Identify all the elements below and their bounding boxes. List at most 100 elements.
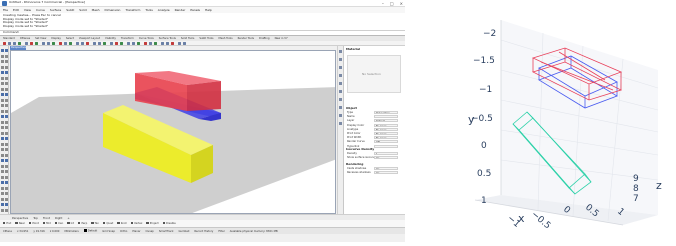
side-tool-icon[interactable]: [5, 115, 8, 118]
property-value-field[interactable]: On: [374, 167, 398, 170]
side-tool-icon[interactable]: [1, 197, 4, 201]
toolbar-button-icon[interactable]: [154, 42, 157, 45]
status-record-history[interactable]: Record History: [194, 230, 213, 233]
osnap-option[interactable]: End: [3, 221, 11, 225]
checkbox-icon[interactable]: [67, 221, 70, 225]
osnap-option[interactable]: Perp: [78, 221, 87, 225]
panel-tool-icon[interactable]: [339, 98, 342, 101]
status-smarttrack[interactable]: SmartTrack: [159, 230, 174, 233]
osnap-option[interactable]: Disable: [162, 221, 176, 225]
side-tool-icon[interactable]: [5, 164, 8, 168]
side-tool-icon[interactable]: [5, 76, 8, 80]
side-tool-icon[interactable]: [1, 93, 4, 96]
side-tool-icon[interactable]: [1, 170, 4, 173]
toolbar-button-icon[interactable]: [132, 42, 135, 45]
toolbar-button-icon[interactable]: [178, 42, 181, 45]
toolbar-button-icon[interactable]: [47, 42, 50, 45]
checkbox-icon[interactable]: [54, 221, 58, 225]
property-value-field[interactable]: By Layer: [374, 123, 398, 127]
side-tool-icon[interactable]: [5, 104, 8, 107]
property-value-field[interactable]: 1: [374, 152, 398, 155]
toolbar-button-icon[interactable]: [149, 42, 152, 45]
side-tool-icon[interactable]: [5, 192, 8, 195]
side-tool-icon[interactable]: [1, 137, 4, 140]
side-tool-icon[interactable]: [5, 181, 8, 184]
osnap-option[interactable]: Near: [15, 221, 25, 225]
side-tool-icon[interactable]: [5, 109, 8, 113]
checkbox-icon[interactable]: [162, 221, 166, 225]
status-osnap[interactable]: Osnap: [146, 230, 154, 233]
side-tool-icon[interactable]: [5, 98, 8, 102]
toolbar-button-icon[interactable]: [76, 42, 79, 45]
panel-tool-icon[interactable]: [339, 74, 342, 77]
toolbar-button-icon[interactable]: [69, 42, 72, 45]
perspective-viewport[interactable]: [10, 50, 336, 214]
side-tool-icon[interactable]: [5, 82, 8, 85]
side-tool-icon[interactable]: [1, 104, 4, 107]
side-tool-icon[interactable]: [5, 54, 8, 58]
panel-tool-icon[interactable]: [339, 90, 342, 93]
toolbar-button-icon[interactable]: [81, 42, 84, 45]
property-value-field[interactable]: [374, 115, 398, 119]
status-layer[interactable]: Default: [83, 229, 97, 233]
side-tool-icon[interactable]: [5, 60, 8, 63]
toolbar-button-icon[interactable]: [18, 42, 21, 45]
side-tool-icon[interactable]: [5, 93, 8, 96]
osnap-option[interactable]: Tan: [91, 221, 99, 225]
status-grid-snap[interactable]: Grid Snap: [102, 230, 115, 233]
side-tool-icon[interactable]: [5, 175, 8, 179]
panel-tool-icon[interactable]: [339, 82, 342, 85]
toolbar-button-icon[interactable]: [59, 42, 62, 45]
osnap-option[interactable]: Cen: [54, 221, 63, 225]
property-value-field[interactable]: Polysurface: [374, 111, 398, 114]
property-value-field[interactable]: On: [374, 156, 398, 160]
side-tool-icon[interactable]: [5, 170, 8, 173]
toolbar-button-icon[interactable]: [42, 42, 45, 45]
panel-tool-icon[interactable]: [339, 58, 342, 61]
side-tool-icon[interactable]: [5, 197, 8, 201]
close-button[interactable]: ×: [400, 1, 403, 6]
side-tool-icon[interactable]: [5, 159, 8, 162]
side-tool-icon[interactable]: [5, 203, 8, 206]
toolbar-button-icon[interactable]: [30, 42, 33, 45]
status-ortho[interactable]: Ortho: [120, 230, 127, 233]
osnap-option[interactable]: Mid: [42, 221, 51, 225]
toolbar-button-icon[interactable]: [86, 42, 89, 45]
property-value-field[interactable]: Default: [374, 119, 398, 123]
toolbar-button-icon[interactable]: [64, 42, 67, 45]
toolbar-button-icon[interactable]: [127, 42, 130, 45]
panel-tool-icon[interactable]: [339, 106, 342, 109]
osnap-option[interactable]: Knot: [117, 221, 127, 225]
side-tool-icon[interactable]: [1, 87, 4, 91]
property-value-field[interactable]: By Layer: [374, 127, 398, 131]
side-tool-icon[interactable]: [1, 186, 4, 190]
side-tool-icon[interactable]: [1, 120, 4, 124]
side-tool-icon[interactable]: [1, 142, 4, 146]
osnap-option[interactable]: Int: [67, 221, 74, 225]
toolbar-button-icon[interactable]: [98, 42, 101, 45]
side-tool-icon[interactable]: [1, 54, 4, 58]
checkbox-icon[interactable]: [91, 221, 94, 225]
side-tool-icon[interactable]: [1, 192, 4, 195]
toolbar-button-icon[interactable]: [93, 42, 96, 45]
toolbar-button-icon[interactable]: [183, 42, 186, 45]
checkbox-icon[interactable]: [117, 221, 120, 225]
side-tool-icon[interactable]: [1, 175, 4, 179]
status-units[interactable]: Millimeters: [64, 230, 78, 233]
side-tool-icon[interactable]: [5, 65, 8, 69]
side-tool-icon[interactable]: [1, 98, 4, 102]
side-tool-icon[interactable]: [5, 142, 8, 146]
maximize-button[interactable]: □: [390, 1, 394, 6]
status-gumball[interactable]: Gumball: [178, 230, 189, 233]
checkbox-icon[interactable]: [15, 221, 18, 225]
osnap-option[interactable]: Project: [146, 221, 159, 225]
toolbar-button-icon[interactable]: [35, 42, 38, 45]
side-tool-icon[interactable]: [1, 181, 4, 184]
side-tool-icon[interactable]: [1, 159, 4, 162]
side-tool-icon[interactable]: [1, 208, 4, 212]
side-tool-icon[interactable]: [5, 49, 8, 52]
side-tool-icon[interactable]: [1, 153, 4, 157]
panel-tool-icon[interactable]: [339, 66, 342, 69]
osnap-option[interactable]: Quad: [103, 221, 113, 225]
property-value-field[interactable]: By Layer: [374, 136, 398, 140]
